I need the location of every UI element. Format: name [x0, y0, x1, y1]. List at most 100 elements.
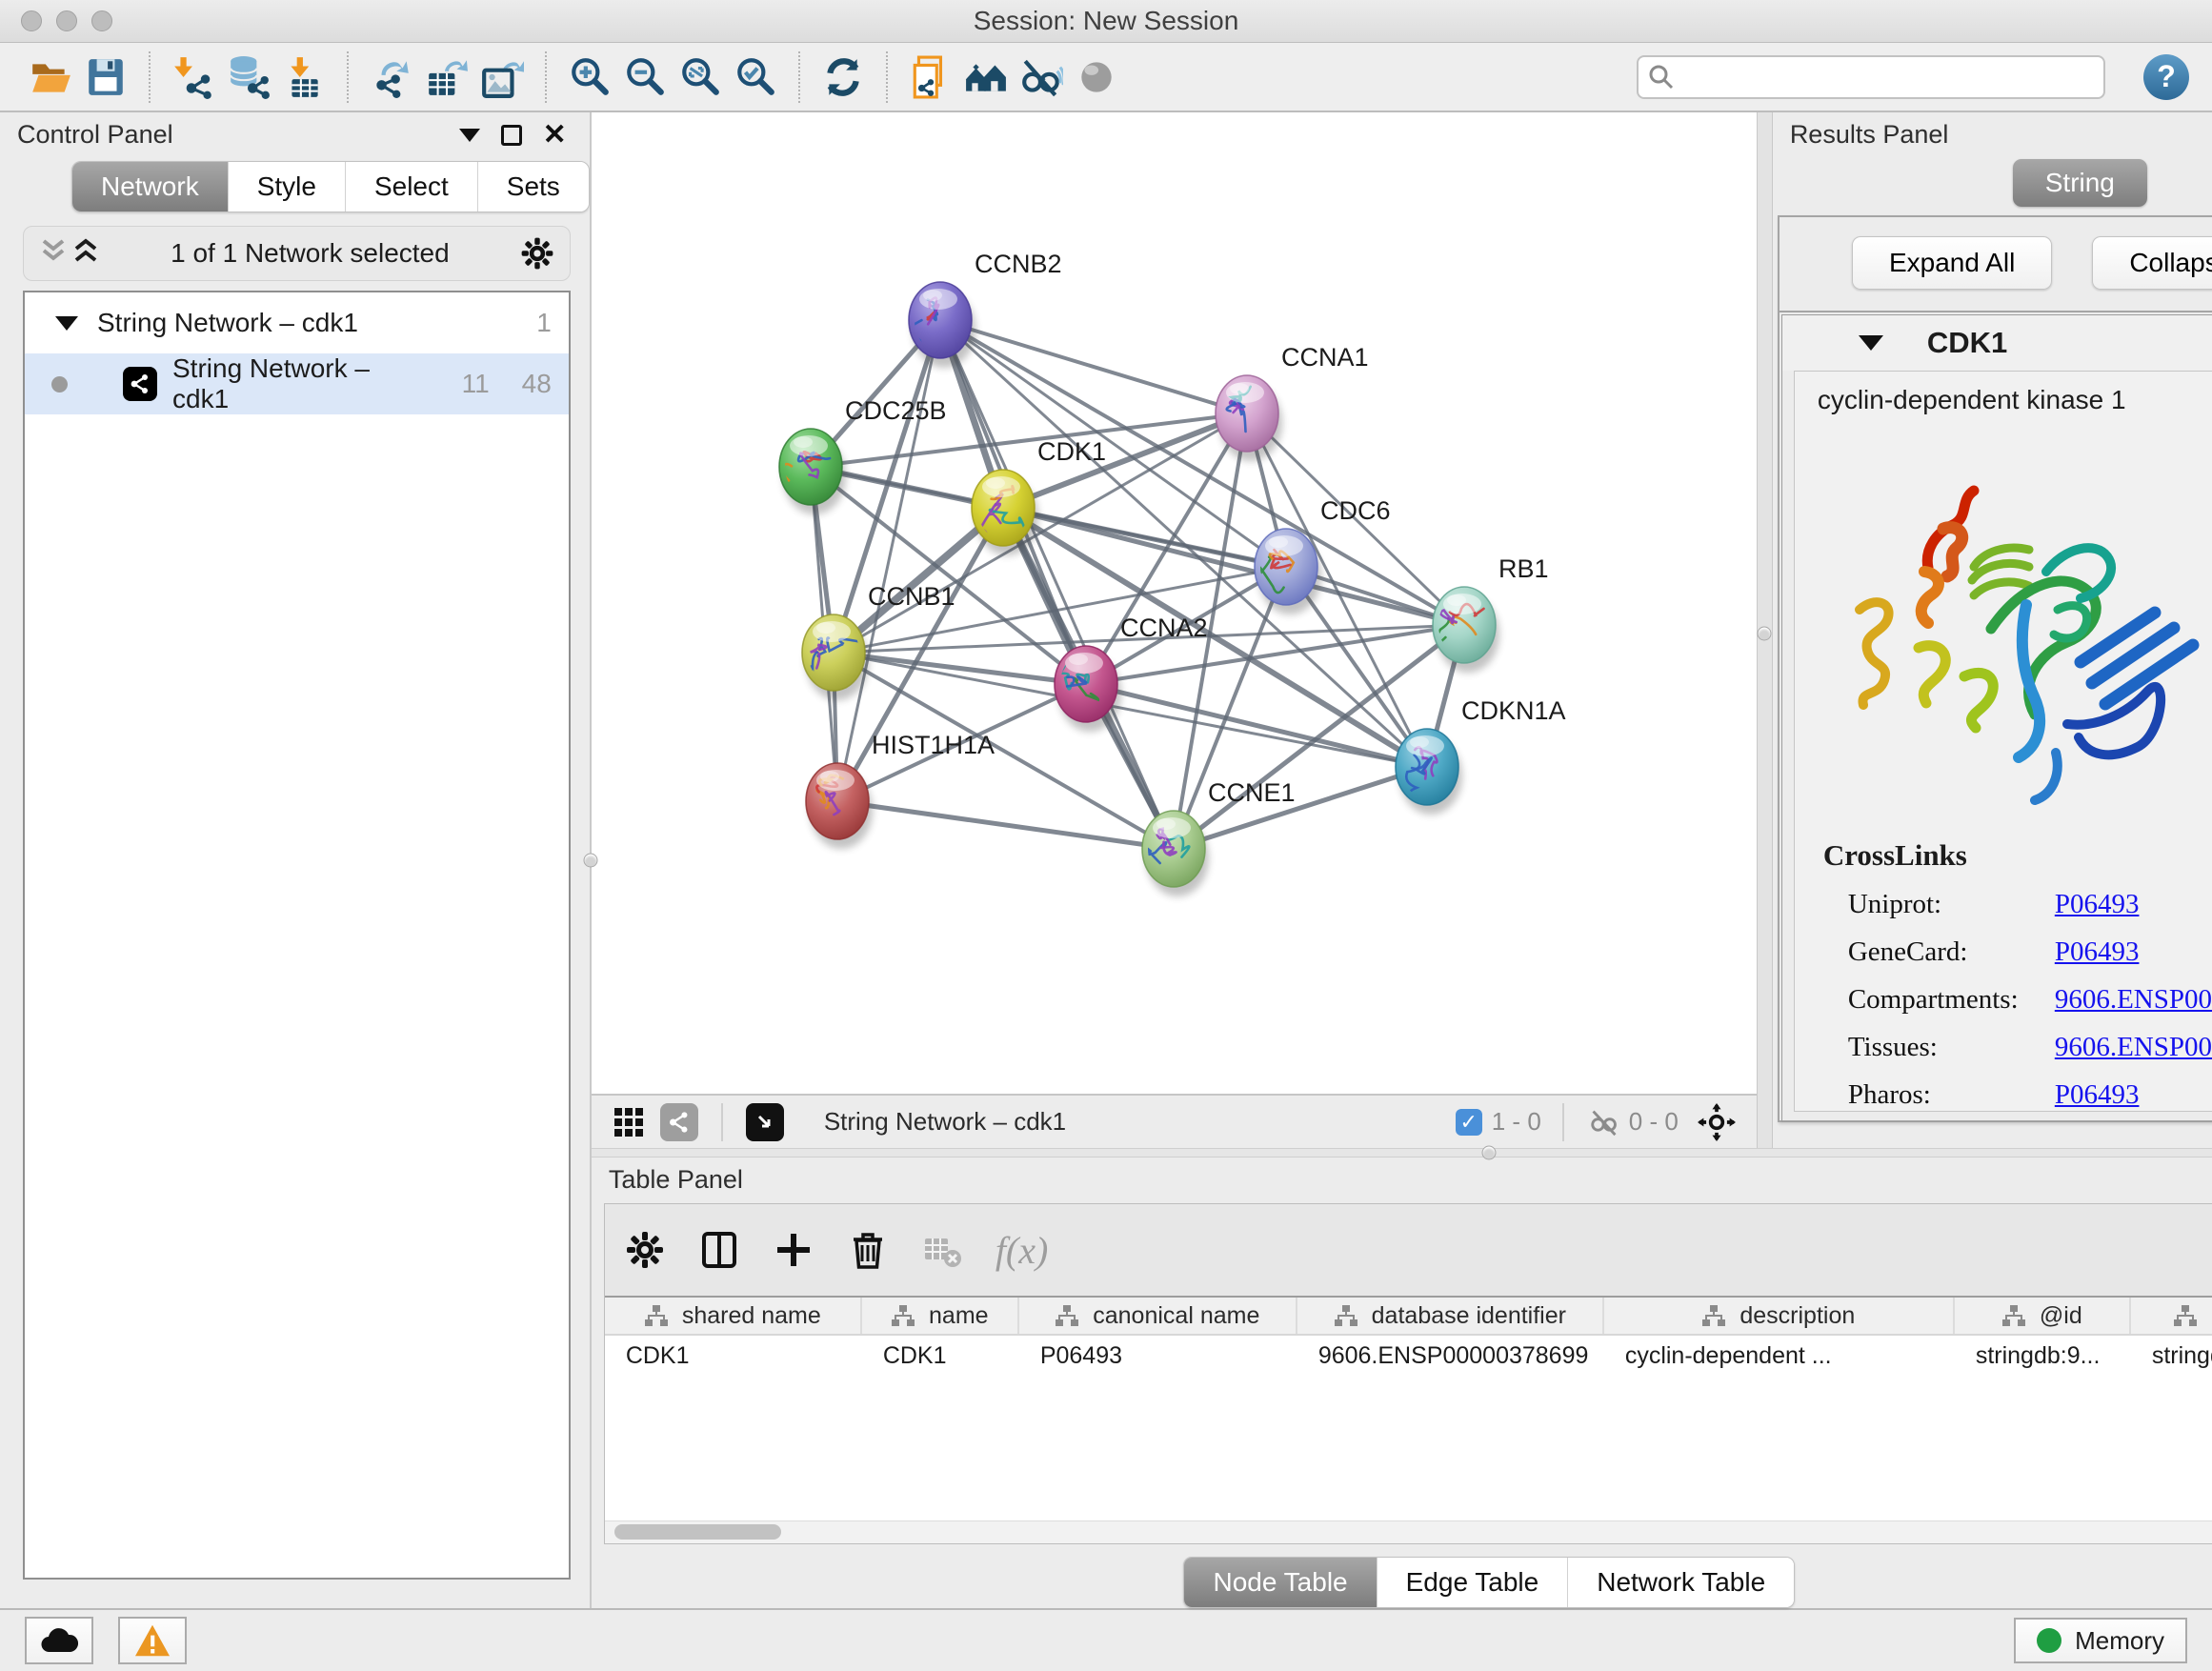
search-input[interactable]: [1637, 55, 2105, 99]
collection-expand-icon[interactable]: [55, 316, 78, 331]
memory-status-dot: [2037, 1628, 2061, 1653]
zoom-in-button[interactable]: [562, 50, 617, 105]
tab-sets[interactable]: Sets: [478, 162, 589, 211]
tab-network[interactable]: Network: [72, 162, 229, 211]
save-session-button[interactable]: [78, 50, 133, 105]
table-cell[interactable]: 9606.ENSP00000378699: [1297, 1336, 1604, 1376]
right-splitter[interactable]: [1757, 112, 1773, 1148]
network-edge[interactable]: [940, 320, 1174, 849]
column-header-canonical-name[interactable]: canonical name: [1019, 1298, 1297, 1334]
add-column-icon[interactable]: [773, 1229, 814, 1271]
table-cell[interactable]: CDK1: [862, 1336, 1019, 1376]
crosslink-link[interactable]: 9606.ENSP00000378699: [2055, 1032, 2212, 1063]
network-edge[interactable]: [834, 653, 1086, 684]
crosslink-link[interactable]: 9606.ENSP00000378699: [2055, 984, 2212, 1016]
network-node-ccne1[interactable]: CCNE1: [1142, 778, 1296, 896]
column-header-label: database identifier: [1372, 1302, 1566, 1330]
show-columns-icon[interactable]: [698, 1229, 740, 1271]
export-image-button[interactable]: [474, 50, 530, 105]
table-options-gear-icon[interactable]: [624, 1229, 666, 1271]
expand-all-networks-icon[interactable]: [37, 237, 70, 271]
panel-float-icon[interactable]: [501, 125, 522, 146]
tab-select[interactable]: Select: [346, 162, 478, 211]
tab-edge-table[interactable]: Edge Table: [1377, 1558, 1569, 1607]
network-graph[interactable]: CCNB2CCNA1CDC25BCDK1CDC6RB1CCNB1CCNA2CDK…: [592, 112, 1757, 1094]
detach-view-icon[interactable]: [746, 1103, 784, 1141]
zoom-fit-button[interactable]: [673, 50, 728, 105]
tab-string[interactable]: String: [2013, 159, 2147, 207]
import-table-button[interactable]: [276, 50, 332, 105]
network-edge[interactable]: [940, 320, 1464, 625]
collection-label: String Network – cdk1: [97, 308, 504, 338]
selected-checkbox-icon[interactable]: ✓: [1456, 1109, 1482, 1136]
help-button[interactable]: ?: [2143, 54, 2189, 100]
export-table-button[interactable]: [419, 50, 474, 105]
network-edge[interactable]: [940, 320, 1247, 413]
fit-crosshair-icon[interactable]: [1698, 1103, 1736, 1141]
collapse-all-networks-icon[interactable]: [70, 237, 102, 271]
refresh-layout-button[interactable]: [815, 50, 871, 105]
string-home-button[interactable]: [958, 50, 1014, 105]
expand-all-button[interactable]: Expand All: [1852, 236, 2052, 290]
table-horizontal-scrollbar[interactable]: [605, 1520, 2212, 1543]
column-header-label: canonical name: [1093, 1302, 1259, 1330]
warning-button[interactable]: [118, 1617, 187, 1664]
column-header-description[interactable]: description: [1604, 1298, 1955, 1334]
gene-header[interactable]: CDK1: [1782, 315, 2212, 371]
memory-button[interactable]: Memory: [2014, 1618, 2187, 1663]
column-header-namespace[interactable]: namespace: [2131, 1298, 2212, 1334]
table-cell[interactable]: cyclin-dependent ...: [1604, 1336, 1955, 1376]
network-edge[interactable]: [837, 801, 1174, 849]
zoom-selected-button[interactable]: [728, 50, 783, 105]
collapse-all-button[interactable]: Collapse All: [2092, 236, 2212, 290]
crosslink-link[interactable]: P06493: [2055, 889, 2140, 920]
table-cell[interactable]: stringdb:9...: [1955, 1336, 2131, 1376]
show-eye-button[interactable]: [1069, 50, 1124, 105]
network-canvas[interactable]: CCNB2CCNA1CDC25BCDK1CDC6RB1CCNB1CCNA2CDK…: [592, 112, 1757, 1094]
crosslink-label: GeneCard:: [1814, 936, 2055, 968]
network-row-selected[interactable]: String Network – cdk1 11 48: [25, 353, 569, 414]
delete-column-trash-icon[interactable]: [847, 1229, 889, 1271]
cloud-button[interactable]: [25, 1617, 93, 1664]
splitter-handle[interactable]: [1482, 1146, 1497, 1160]
network-manager-grid-icon[interactable]: [613, 1106, 645, 1138]
panel-close-icon[interactable]: ✕: [543, 121, 567, 150]
tab-network-table[interactable]: Network Table: [1568, 1558, 1794, 1607]
column-header-shared-name[interactable]: shared name: [605, 1298, 862, 1334]
control-panel: Control Panel ✕ Network Style Select Set…: [0, 112, 590, 1608]
network-options-gear-icon[interactable]: [518, 234, 556, 272]
table-row[interactable]: CDK1CDK1P064939606.ENSP00000378699cyclin…: [605, 1336, 2212, 1376]
network-edge[interactable]: [837, 320, 940, 801]
tab-style[interactable]: Style: [229, 162, 346, 211]
splitter-handle[interactable]: [1758, 627, 1772, 641]
hide-glasses-button[interactable]: [1014, 50, 1069, 105]
network-node-cdc25b[interactable]: CDC25B: [777, 396, 946, 514]
network-status-dot: [51, 376, 68, 393]
column-header-name[interactable]: name: [862, 1298, 1019, 1334]
table-cell[interactable]: P06493: [1019, 1336, 1297, 1376]
horizontal-splitter[interactable]: [592, 1148, 2212, 1158]
column-header-database-identifier[interactable]: database identifier: [1297, 1298, 1604, 1334]
import-network-database-button[interactable]: [221, 50, 276, 105]
network-node-rb1[interactable]: RB1: [1433, 554, 1549, 673]
zoom-out-button[interactable]: [617, 50, 673, 105]
table-cell[interactable]: stringdb: [2131, 1336, 2212, 1376]
crosslink-link[interactable]: P06493: [2055, 1079, 2140, 1111]
table-cell[interactable]: CDK1: [605, 1336, 862, 1376]
export-document-button[interactable]: [903, 50, 958, 105]
open-session-button[interactable]: [23, 50, 78, 105]
network-collection-row[interactable]: String Network – cdk1 1: [25, 292, 569, 353]
delete-table-icon: [921, 1229, 963, 1271]
scrollbar-thumb[interactable]: [614, 1524, 781, 1540]
export-network-button[interactable]: [364, 50, 419, 105]
panel-menu-icon[interactable]: [459, 129, 480, 142]
network-node-cdkn1a[interactable]: CDKN1A: [1396, 696, 1566, 815]
import-network-file-button[interactable]: [166, 50, 221, 105]
gene-collapse-icon[interactable]: [1859, 335, 1883, 351]
network-node-ccna1[interactable]: CCNA1: [1216, 343, 1369, 461]
column-header--id[interactable]: @id: [1955, 1298, 2131, 1334]
refresh-icon: [821, 55, 865, 99]
crosslink-link[interactable]: P06493: [2055, 936, 2140, 968]
birdseye-view-icon[interactable]: [660, 1103, 698, 1141]
tab-node-table[interactable]: Node Table: [1184, 1558, 1377, 1607]
